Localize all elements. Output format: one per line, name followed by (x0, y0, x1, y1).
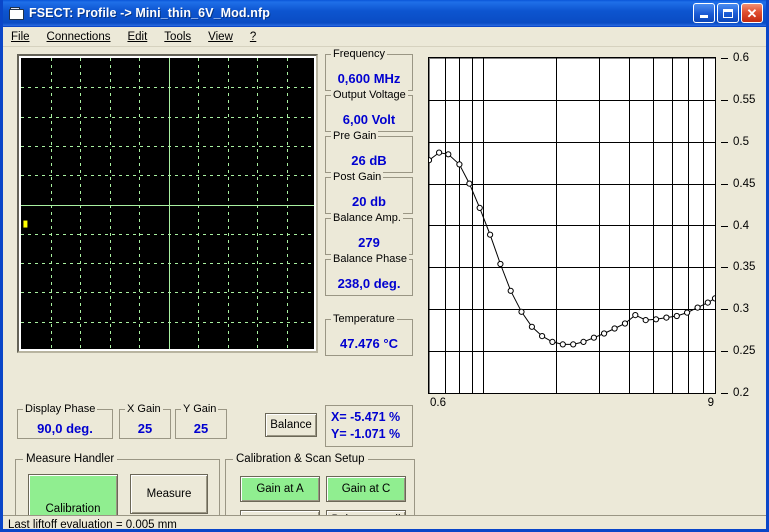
chart-y-tick-mark (721, 58, 728, 59)
xy-percent-y-value: Y= -1.071 % (331, 427, 401, 441)
readout-x-gain-label: X Gain (125, 403, 163, 415)
chart-y-tick-label: 0.25 (733, 345, 756, 358)
application-window: FSECT: Profile -> Mini_thin_6V_Mod.nfp ✕… (0, 0, 769, 532)
readout-balance-phase: Balance Phase 238,0 deg. (325, 253, 413, 296)
chart-y-tick-mark (721, 183, 728, 185)
readout-frequency-value: 0,600 MHz (337, 71, 401, 86)
gain-at-c-button-label: Gain at C (341, 482, 391, 495)
chart-y-tick-label: 0.6 (733, 52, 749, 64)
chart-x-tick-label-max: 9 (707, 397, 714, 409)
chart-canvas (429, 58, 715, 393)
chart-y-tick-mark (721, 267, 728, 269)
application-icon (8, 6, 24, 20)
calibration-button-label: Calibration (45, 502, 101, 515)
readout-frequency-label: Frequency (331, 48, 387, 60)
menu-item-view-label: View (208, 30, 233, 43)
measure-handler-label: Measure Handler (23, 453, 118, 465)
chart-y-tick-mark (721, 141, 728, 143)
readout-pre-gain-label: Pre Gain (331, 130, 379, 142)
measure-button-label: Measure (146, 487, 192, 500)
readout-output-voltage-value: 6,00 Volt (342, 112, 396, 127)
minimize-button[interactable] (693, 3, 715, 23)
gain-at-a-button[interactable]: Gain at A (240, 476, 320, 502)
readout-output-voltage: Output Voltage 6,00 Volt (325, 89, 413, 132)
menu-item-file-label: File (11, 30, 30, 43)
readout-temperature-value: 47.476 °C (340, 336, 398, 351)
gain-at-c-button[interactable]: Gain at C (326, 476, 406, 502)
readout-x-gain-value: 25 (137, 421, 153, 436)
menu-bar: File Connections Edit Tools View ? (3, 27, 766, 47)
readout-x-gain: X Gain 25 (119, 403, 171, 439)
chart-y-tick-mark (721, 225, 728, 227)
menu-item-view[interactable]: View (208, 31, 233, 43)
maximize-icon (723, 8, 733, 18)
balance-button[interactable]: Balance (265, 413, 317, 437)
xy-scope-panel (17, 54, 318, 353)
readout-y-gain-label: Y Gain (181, 403, 219, 415)
close-icon: ✕ (746, 5, 758, 21)
chart-plot-area[interactable] (428, 57, 716, 394)
readout-balance-phase-value: 238,0 deg. (337, 276, 401, 291)
readout-post-gain: Post Gain 20 db (325, 171, 413, 214)
readout-frequency: Frequency 0,600 MHz (325, 48, 413, 91)
chart-y-tick-mark (721, 393, 728, 394)
window-title: FSECT: Profile -> Mini_thin_6V_Mod.nfp (29, 6, 270, 20)
menu-item-tools-label: Tools (164, 30, 192, 43)
menu-item-connections[interactable]: Connections (47, 31, 111, 43)
xy-scope-canvas (21, 58, 314, 349)
maximize-button[interactable] (717, 3, 739, 23)
status-bar-text: Last liftoff evaluation = 0.005 mm (8, 518, 177, 531)
chart-y-tick-mark (721, 99, 728, 101)
xy-percent-readout: X= -5.471 % Y= -1.071 % (325, 405, 413, 447)
xy-percent-x-value: X= -5.471 % (331, 410, 401, 424)
readout-balance-amp: Balance Amp. 279 (325, 212, 413, 255)
chart-x-tick-label-min: 0.6 (430, 397, 446, 409)
frequency-response-chart: 0.6 0.55 0.5 0.45 0.4 0.35 0.3 0.25 0.2 0.6 9 (423, 52, 766, 447)
chart-y-tick-label: 0.35 (733, 261, 756, 274)
menu-item-help-label: ? (249, 30, 257, 43)
chart-y-tick-label: 0.2 (733, 387, 749, 399)
title-bar: FSECT: Profile -> Mini_thin_6V_Mod.nfp ✕ (3, 0, 766, 27)
menu-item-connections-label: Connections (46, 30, 111, 43)
readout-post-gain-value: 20 db (352, 194, 386, 209)
chart-y-tick-label: 0.4 (733, 219, 749, 232)
menu-item-help[interactable]: ? (250, 31, 256, 43)
chart-y-tick-mark (721, 309, 728, 311)
readout-temperature: Temperature 47.476 °C (325, 313, 413, 356)
readout-temperature-label: Temperature (331, 313, 397, 325)
readout-post-gain-label: Post Gain (331, 171, 384, 183)
menu-item-file[interactable]: File (11, 31, 30, 43)
xy-scope-display[interactable] (21, 58, 314, 349)
readout-y-gain: Y Gain 25 (175, 403, 227, 439)
menu-item-edit-label: Edit (127, 30, 148, 43)
readout-display-phase-label: Display Phase (23, 403, 98, 415)
readout-display-phase: Display Phase 90,0 deg. (17, 403, 113, 439)
window-controls: ✕ (693, 3, 763, 23)
chart-y-tick-mark (721, 351, 728, 353)
gain-at-a-button-label: Gain at A (256, 482, 304, 495)
menu-item-edit[interactable]: Edit (127, 31, 147, 43)
chart-y-tick-label: 0.5 (733, 135, 749, 148)
measure-button[interactable]: Measure (130, 474, 208, 514)
menu-item-tools[interactable]: Tools (164, 31, 191, 43)
chart-x-axis: 0.6 9 (428, 397, 718, 413)
readout-display-phase-value: 90,0 deg. (37, 421, 93, 436)
minimize-icon (700, 15, 708, 18)
readout-balance-phase-label: Balance Phase (331, 253, 409, 265)
readout-balance-amp-label: Balance Amp. (331, 212, 403, 224)
readout-output-voltage-label: Output Voltage (331, 89, 408, 101)
chart-y-axis: 0.6 0.55 0.5 0.45 0.4 0.35 0.3 0.25 0.2 (719, 52, 765, 403)
chart-y-tick-label: 0.3 (733, 303, 749, 316)
readout-balance-amp-value: 279 (358, 235, 380, 250)
status-bar: Last liftoff evaluation = 0.005 mm (3, 515, 766, 531)
readout-y-gain-value: 25 (193, 421, 209, 436)
calibration-scan-label: Calibration & Scan Setup (233, 453, 368, 465)
readout-pre-gain-value: 26 dB (351, 153, 387, 168)
chart-y-tick-label: 0.45 (733, 177, 756, 190)
chart-y-tick-label: 0.55 (733, 93, 756, 106)
close-button[interactable]: ✕ (741, 3, 763, 23)
readout-pre-gain: Pre Gain 26 dB (325, 130, 413, 173)
client-area: Frequency 0,600 MHz Output Voltage 6,00 … (3, 47, 766, 531)
